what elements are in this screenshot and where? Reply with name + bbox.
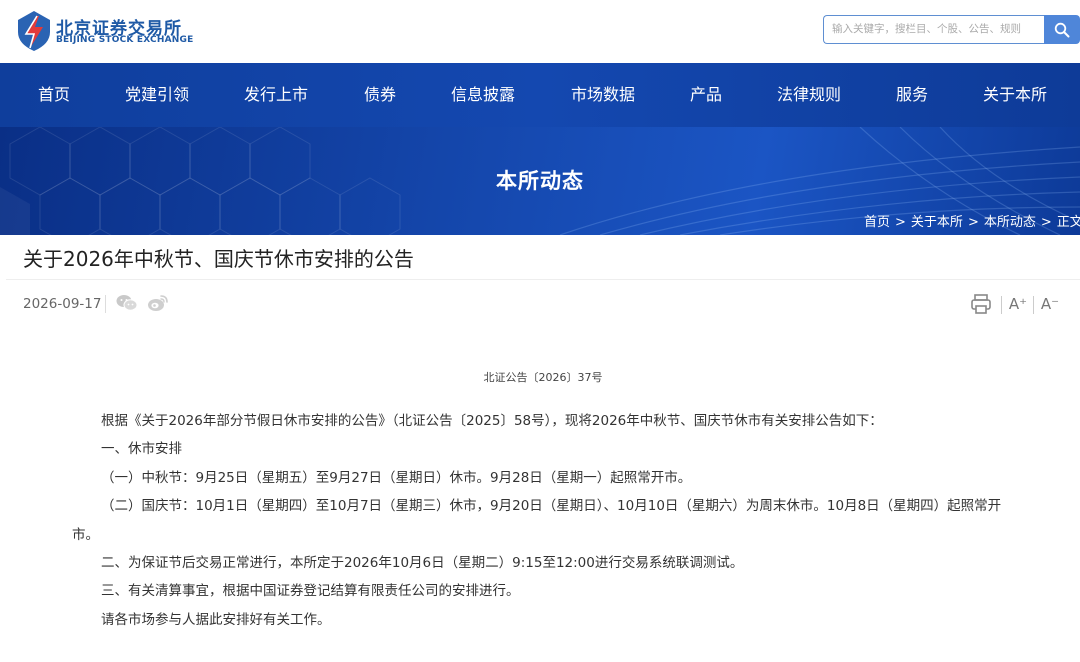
weibo-icon[interactable] <box>147 294 169 312</box>
breadcrumb-separator: > <box>967 215 979 230</box>
nav-item-products[interactable]: 产品 <box>690 63 722 127</box>
nav-item-bonds[interactable]: 债券 <box>364 63 396 127</box>
title-divider <box>6 279 1080 280</box>
nav-item-disclosure[interactable]: 信息披露 <box>451 63 515 127</box>
article-body: 根据《关于2026年部分节假日休市安排的公告》（北证公告〔2025〕58号），现… <box>72 407 1024 634</box>
article-title: 关于2026年中秋节、国庆节休市安排的公告 <box>23 247 414 271</box>
breadcrumb: 首页 > 关于本所 > 本所动态 > 正文 <box>864 211 1080 230</box>
paragraph: 二、为保证节后交易正常进行，本所定于2026年10月6日（星期二）9:15至12… <box>101 555 744 572</box>
search-input[interactable]: 输入关键字，搜栏目、个股、公告、规则 <box>823 15 1045 44</box>
breadcrumb-current: 正文 <box>1056 215 1080 230</box>
tool-divider <box>1033 296 1034 314</box>
nav-item-party[interactable]: 党建引领 <box>125 63 189 127</box>
article-card: 关于2026年中秋节、国庆节休市安排的公告 2026-09-17 A⁺ A⁻ 北… <box>6 235 1080 662</box>
tool-divider <box>1001 296 1002 314</box>
breadcrumb-separator: > <box>895 215 906 230</box>
banner-title: 本所动态 <box>496 169 584 193</box>
breadcrumb-about[interactable]: 关于本所 <box>911 215 963 230</box>
page-banner: 本所动态 首页 > 关于本所 > 本所动态 > 正文 <box>0 127 1080 235</box>
paragraph: （一）中秋节：9月25日（星期五）至9月27日（星期日）休市。9月28日（星期一… <box>101 469 692 486</box>
breadcrumb-separator: > <box>1040 215 1052 230</box>
breadcrumb-home[interactable]: 首页 <box>864 215 890 230</box>
search-icon <box>1054 22 1070 37</box>
nav-item-listing[interactable]: 发行上市 <box>244 63 308 127</box>
publish-date: 2026-09-17 <box>23 296 102 312</box>
increase-font-button[interactable]: A⁺ <box>1006 293 1030 315</box>
document-number: 北证公告〔2026〕37号 <box>483 371 603 384</box>
wechat-icon[interactable] <box>116 294 138 312</box>
nav-item-services[interactable]: 服务 <box>896 63 928 127</box>
meta-divider <box>105 295 106 313</box>
print-icon[interactable] <box>970 293 992 315</box>
paragraph: 请各市场参与人据此安排好有关工作。 <box>101 611 331 628</box>
nav-item-market-data[interactable]: 市场数据 <box>571 63 635 127</box>
paragraph: 一、休市安排 <box>101 441 182 458</box>
logo-text-en[interactable]: BEIJING STOCK EXCHANGE <box>56 35 193 45</box>
paragraph: （二）国庆节：10月1日（星期四）至10月7日（星期三）休市，9月20日（星期日… <box>72 498 1002 543</box>
breadcrumb-news[interactable]: 本所动态 <box>984 215 1036 230</box>
decrease-font-button[interactable]: A⁻ <box>1038 293 1062 315</box>
search-button[interactable] <box>1044 15 1080 44</box>
paragraph: 根据《关于2026年部分节假日休市安排的公告》（北证公告〔2025〕58号），现… <box>101 413 883 429</box>
logo-icon[interactable] <box>16 10 52 52</box>
main-nav: 首页 党建引领 发行上市 债券 信息披露 市场数据 产品 法律规则 服务 关于本… <box>0 63 1080 127</box>
nav-item-about[interactable]: 关于本所 <box>983 63 1047 127</box>
paragraph: 三、有关清算事宜，根据中国证券登记结算有限责任公司的安排进行。 <box>101 583 520 600</box>
top-header: 北京证券交易所 BEIJING STOCK EXCHANGE 输入关键字，搜栏目… <box>0 0 1080 63</box>
nav-item-rules[interactable]: 法律规则 <box>777 63 841 127</box>
nav-item-home[interactable]: 首页 <box>38 63 70 127</box>
